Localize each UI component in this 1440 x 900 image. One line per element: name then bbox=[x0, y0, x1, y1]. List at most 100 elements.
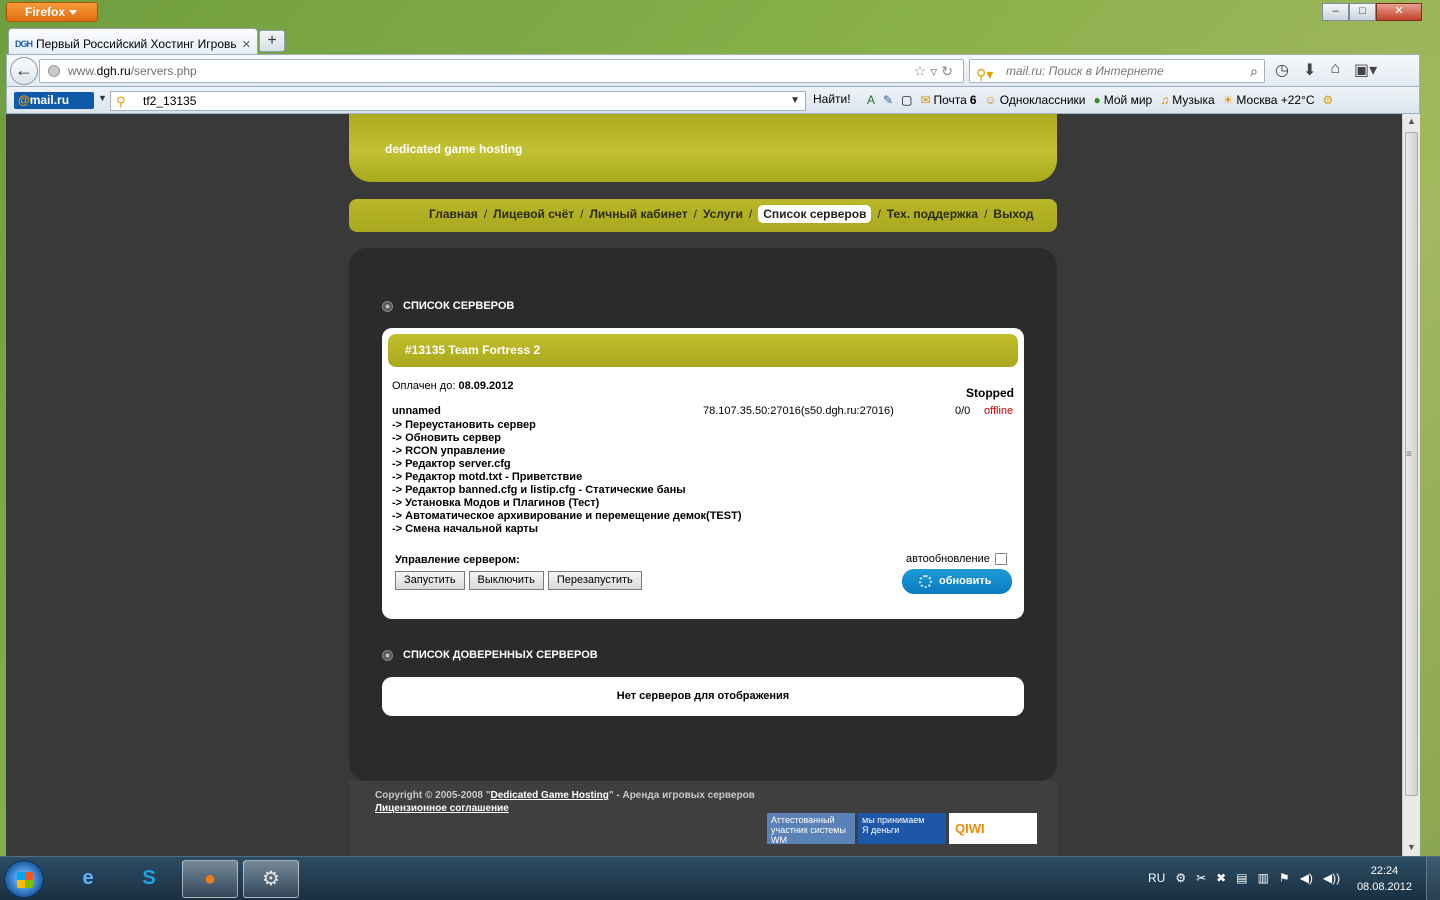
settings-gear-icon[interactable]: ⚙ bbox=[1323, 93, 1334, 107]
find-button[interactable]: Найти! bbox=[813, 92, 851, 106]
music-link[interactable]: ♫ Музыка bbox=[1160, 93, 1214, 107]
internet-explorer-icon[interactable]: e bbox=[60, 860, 116, 898]
mailru-search-input[interactable]: ⚲ tf2_13135 ▼ bbox=[110, 91, 806, 111]
font-size-icon[interactable]: A bbox=[867, 93, 875, 107]
tab-close-icon[interactable]: ✕ bbox=[242, 38, 251, 51]
tray-app-icon[interactable]: ✂ bbox=[1196, 871, 1206, 885]
scroll-down-icon[interactable]: ▼ bbox=[1407, 842, 1416, 852]
menu-item-6[interactable]: Выход bbox=[993, 207, 1033, 221]
volume-icon[interactable]: ◀) bbox=[1300, 871, 1313, 885]
search-engine-icon[interactable]: ⚲▾ bbox=[976, 63, 993, 85]
restart-server-button[interactable]: Перезапустить bbox=[547, 571, 642, 590]
mail-link[interactable]: ✉ Почта 6 bbox=[920, 93, 976, 107]
back-button[interactable]: ← bbox=[10, 57, 38, 85]
url-prefix: www. bbox=[68, 64, 97, 78]
weather-link[interactable]: ☀ Москва +22°C bbox=[1223, 93, 1315, 107]
tray-device-icon[interactable]: ▤ bbox=[1236, 871, 1247, 885]
menu-item-5[interactable]: Тех. поддержка bbox=[887, 207, 978, 221]
firefox-taskbar-icon[interactable]: ● bbox=[182, 860, 238, 898]
server-action-link[interactable]: -> Редактор motd.txt - Приветствие bbox=[392, 471, 741, 484]
server-action-link[interactable]: -> Переустановить сервер bbox=[392, 419, 741, 432]
url-bar[interactable]: www.dgh.ru/servers.php ☆▿↻ bbox=[39, 59, 964, 83]
scrollbar-grip-icon: ≡ bbox=[1406, 449, 1412, 460]
webmoney-badge[interactable]: Аттестованный участник системы WM bbox=[767, 813, 855, 845]
mymir-link[interactable]: ● Мой мир bbox=[1093, 93, 1152, 107]
menu-separator: / bbox=[693, 207, 697, 221]
chevron-down-icon[interactable]: ▼ bbox=[98, 93, 107, 103]
server-action-link[interactable]: -> Смена начальной карты bbox=[392, 523, 741, 536]
server-action-link[interactable]: -> Автоматическое архивирование и переме… bbox=[392, 510, 741, 523]
minimize-button[interactable]: – bbox=[1322, 3, 1349, 21]
search-bar[interactable]: ⚲▾ mail.ru: Поиск в Интернете ⌕ bbox=[969, 59, 1265, 83]
site-identity-icon[interactable] bbox=[48, 65, 60, 77]
mail-label: Почта bbox=[933, 93, 967, 107]
server-name: unnamed bbox=[392, 405, 441, 417]
mailru-links: A ✎ ▢ ✉ Почта 6 ☺ Одноклассники ● Мой мир ♫… bbox=[867, 93, 1333, 107]
maximize-button[interactable]: □ bbox=[1349, 3, 1376, 21]
home-icon[interactable]: ⌂ bbox=[1330, 60, 1340, 80]
chevron-down-icon[interactable]: ▼ bbox=[790, 92, 800, 110]
license-link[interactable]: Лицензионное соглашение bbox=[375, 803, 509, 814]
browser-tab[interactable]: DGH Первый Российский Хостинг Игровых ..… bbox=[8, 28, 258, 54]
mymir-label: Мой мир bbox=[1103, 93, 1153, 107]
scroll-up-icon[interactable]: ▲ bbox=[1407, 116, 1416, 126]
reload-icon[interactable]: ↻ bbox=[941, 63, 957, 79]
menu-item-0[interactable]: Главная bbox=[429, 207, 478, 221]
history-dropdown-icon[interactable]: ▿ bbox=[930, 63, 941, 79]
server-action-link[interactable]: -> Редактор server.cfg bbox=[392, 458, 741, 471]
server-action-link[interactable]: -> Обновить сервер bbox=[392, 432, 741, 445]
highlight-icon[interactable]: ✎ bbox=[883, 93, 893, 107]
qiwi-badge[interactable]: QIWI bbox=[949, 813, 1037, 844]
menu-item-3[interactable]: Услуги bbox=[703, 207, 743, 221]
show-desktop-button[interactable] bbox=[1426, 857, 1440, 900]
network-icon[interactable]: ▥ bbox=[1258, 871, 1269, 885]
clock-time: 22:24 bbox=[1370, 865, 1399, 877]
screenshot-icon[interactable]: ▢ bbox=[901, 93, 912, 107]
server-online-state: offline bbox=[984, 405, 1014, 417]
clock-date: 08.08.2012 bbox=[1356, 881, 1412, 893]
refresh-button[interactable]: обновить bbox=[902, 569, 1012, 594]
steam-tray-icon[interactable]: ⚙ bbox=[1175, 871, 1186, 885]
menu-item-2[interactable]: Личный кабинет bbox=[590, 207, 688, 221]
new-tab-button[interactable]: + bbox=[259, 30, 285, 52]
server-action-link[interactable]: -> Установка Модов и Плагинов (Тест) bbox=[392, 497, 741, 510]
downloads-icon[interactable]: ⬇ bbox=[1303, 60, 1316, 80]
vertical-scrollbar[interactable]: ▲ ≡ ▼ bbox=[1402, 114, 1420, 856]
action-center-flag-icon[interactable]: ⚑ bbox=[1279, 871, 1290, 885]
speakers-icon[interactable]: ◀)) bbox=[1323, 871, 1340, 885]
scrollbar-thumb[interactable] bbox=[1405, 132, 1418, 796]
windows-taskbar: e S ● ⚙ RU ⚙ ✂ ✖ ▤ ▥ ⚑ ◀) ◀)) 22:24 08.0… bbox=[0, 856, 1440, 900]
content-panel: СПИСОК СЕРВЕРОВ #13135 Team Fortress 2 О… bbox=[349, 248, 1057, 781]
copyright-link[interactable]: Dedicated Game Hosting bbox=[490, 790, 608, 801]
menu-item-1[interactable]: Лицевой счёт bbox=[493, 207, 574, 221]
mailru-logo[interactable]: @mail.ru bbox=[14, 92, 94, 109]
menu-item-4[interactable]: Список серверов bbox=[758, 205, 872, 223]
search-placeholder: mail.ru: Поиск в Интернете bbox=[1006, 64, 1164, 78]
skype-icon[interactable]: S bbox=[121, 860, 177, 898]
steam-icon[interactable]: ⚙ bbox=[243, 860, 299, 898]
server-card-header: #13135 Team Fortress 2 bbox=[388, 334, 1018, 367]
tray-warning-icon[interactable]: ✖ bbox=[1216, 871, 1226, 885]
language-indicator[interactable]: RU bbox=[1148, 871, 1165, 885]
close-window-button[interactable]: ✕ bbox=[1376, 3, 1422, 21]
bookmark-star-icon[interactable]: ☆ bbox=[914, 63, 931, 79]
clock[interactable]: 22:24 08.08.2012 bbox=[1357, 863, 1412, 895]
auto-refresh-checkbox[interactable] bbox=[994, 553, 1007, 565]
stop-server-button[interactable]: Выключить bbox=[468, 571, 544, 590]
server-action-link[interactable]: -> RCON управление bbox=[392, 445, 741, 458]
search-icon[interactable]: ⌕ bbox=[1250, 60, 1258, 82]
start-server-button[interactable]: Запустить bbox=[395, 571, 465, 590]
history-icon[interactable]: ◷ bbox=[1275, 60, 1289, 80]
system-tray: RU ⚙ ✂ ✖ ▤ ▥ ⚑ ◀) ◀)) bbox=[1148, 871, 1340, 885]
server-action-link[interactable]: -> Редактор banned.cfg и listip.cfg - Ст… bbox=[392, 484, 741, 497]
firefox-menu-button[interactable]: Firefox bbox=[6, 2, 98, 22]
yandex-money-badge[interactable]: мы принимаем Я деньги bbox=[858, 813, 946, 844]
url-path: /servers.php bbox=[130, 64, 197, 78]
auto-refresh-label: автообновление bbox=[906, 553, 990, 565]
start-button[interactable] bbox=[4, 860, 44, 898]
menu-separator: / bbox=[580, 207, 584, 221]
addons-icon[interactable]: ▣▾ bbox=[1354, 60, 1377, 80]
site-menu: Главная / Лицевой счёт / Личный кабинет / Услу… bbox=[349, 199, 1057, 232]
odnoklassniki-link[interactable]: ☺ Одноклассники bbox=[985, 93, 1086, 107]
copyright: Copyright © 2005-2008 "Dedicated Game Ho… bbox=[375, 789, 755, 815]
